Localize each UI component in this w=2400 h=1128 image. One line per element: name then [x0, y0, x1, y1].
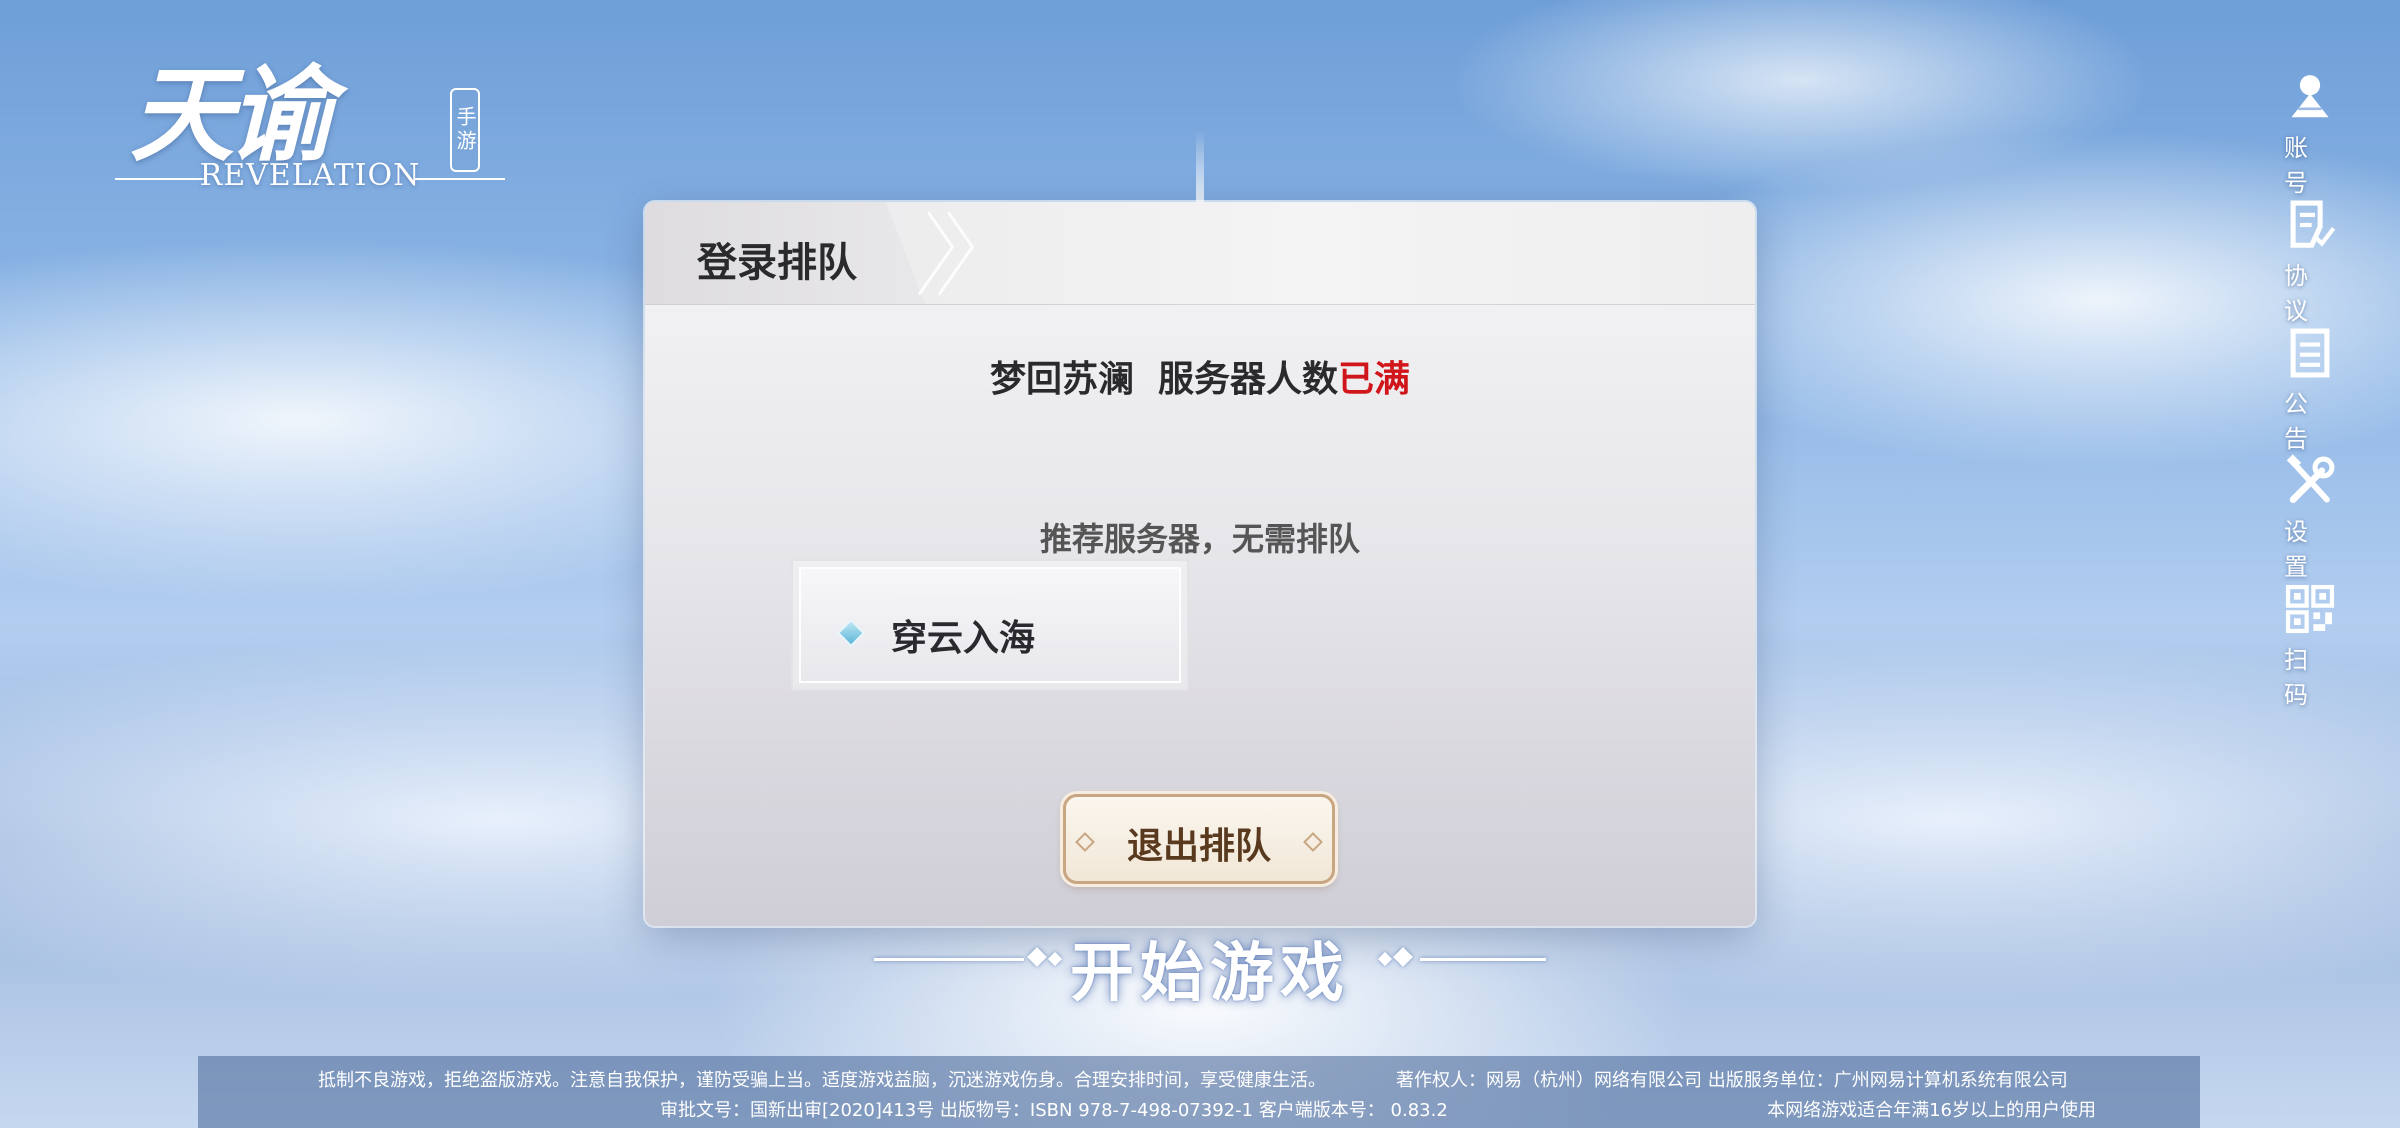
qr-code-icon [2285, 584, 2335, 634]
start-ornament-line-right [1420, 958, 1546, 961]
side-menu: 账号 协议 公告 设置 扫码 [2270, 70, 2350, 710]
recommend-text: 推荐服务器，无需排队 [1039, 520, 1360, 558]
menu-account[interactable]: 账号 [2270, 70, 2350, 198]
start-game-button[interactable]: 开始游戏 [870, 920, 1550, 1011]
login-queue-dialog: 登录排队 梦回苏澜 服务器人数已满 推荐服务器，无需排队 穿云入海 退出排队 [645, 202, 1755, 926]
announcement-icon [2290, 328, 2330, 378]
start-game-label: 开始游戏 [1070, 936, 1350, 1011]
approval-notice: 审批文号：国新出审[2020]413号 出版物号：ISBN 978-7-498-… [660, 1100, 1385, 1121]
status-prefix: 服务器人数 [1157, 359, 1338, 400]
exit-queue-label: 退出排队 [1126, 826, 1271, 867]
server-status: 梦回苏澜 服务器人数已满 [645, 350, 1755, 402]
diamond-icon [836, 618, 866, 648]
recommended-server-name: 穿云入海 [891, 618, 1036, 659]
client-version: 0.83.2 [1390, 1100, 1448, 1121]
footer-line-1: 抵制不良游戏，拒绝盗版游戏。注意自我保护，谨防受骗上当。适度游戏益脑，沉迷游戏伤… [318, 1066, 2068, 1092]
settings-icon [2286, 454, 2335, 503]
menu-settings[interactable]: 设置 [2270, 454, 2350, 582]
menu-label-qr-scan: 扫码 [2284, 646, 2322, 709]
menu-agreement[interactable]: 协议 [2270, 198, 2350, 326]
footer-line-2: 审批文号：国新出审[2020]413号 出版物号：ISBN 978-7-498-… [660, 1096, 1448, 1122]
server-option-frame: 穿云入海 [799, 567, 1181, 683]
current-server-name: 梦回苏澜 [989, 359, 1134, 400]
logo-divider-right [415, 178, 505, 180]
logo-title-en: REVELATION [199, 158, 421, 193]
recommended-server-option[interactable]: 穿云入海 [791, 559, 1189, 691]
agreement-icon [2290, 200, 2336, 248]
dialog-title: 登录排队 [697, 240, 857, 286]
account-icon [2291, 75, 2329, 118]
menu-label-settings: 设置 [2284, 518, 2322, 581]
light-beam [1196, 130, 1204, 210]
age-rating-notice: 本网络游戏适合年满16岁以上的用户使用 [1767, 1100, 2096, 1121]
menu-qr-scan[interactable]: 扫码 [2270, 582, 2350, 710]
menu-label-account: 账号 [2284, 134, 2322, 197]
copyright-notice: 著作权人：网易（杭州）网络有限公司 出版服务单位：广州网易计算机系统有限公司 [1396, 1070, 2068, 1091]
footer-notice-bar: 抵制不良游戏，拒绝盗版游戏。注意自我保护，谨防受骗上当。适度游戏益脑，沉迷游戏伤… [198, 1056, 2200, 1128]
status-full-badge: 已满 [1338, 359, 1411, 400]
exit-queue-button[interactable]: 退出排队 [1063, 794, 1335, 884]
game-logo: 天谕 手游 REVELATION [110, 30, 510, 200]
dialog-header: 登录排队 [645, 202, 1755, 305]
menu-announcement[interactable]: 公告 [2270, 326, 2350, 454]
menu-label-announcement: 公告 [2284, 390, 2322, 453]
health-notice: 抵制不良游戏，拒绝盗版游戏。注意自我保护，谨防受骗上当。适度游戏益脑，沉迷游戏伤… [318, 1070, 1326, 1091]
menu-label-agreement: 协议 [2284, 262, 2322, 325]
